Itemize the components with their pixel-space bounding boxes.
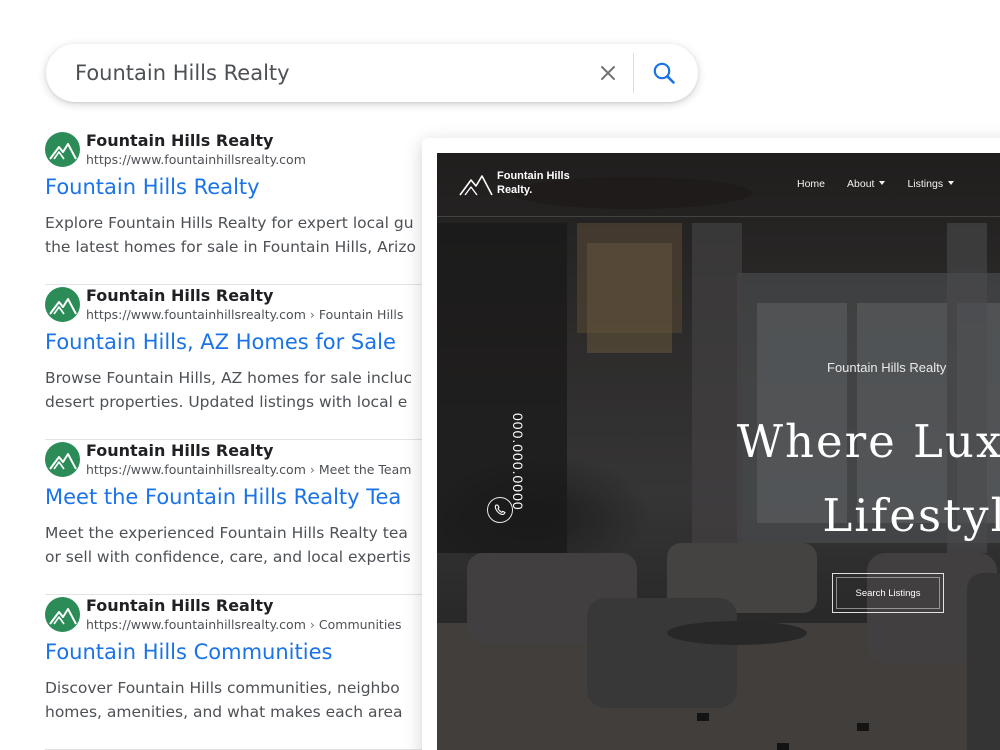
site-favicon — [45, 287, 80, 322]
result-source[interactable]: Fountain Hills Realty https://www.founta… — [45, 285, 465, 325]
mountain-logo-icon — [49, 453, 77, 470]
nav-listings-label: Listings — [907, 178, 944, 190]
nav-home-label: Home — [797, 178, 826, 190]
search-bar — [46, 44, 698, 102]
site-url: https://www.fountainhillsrealty.com › Foun… — [86, 307, 403, 322]
nav-home[interactable]: Home — [797, 178, 825, 194]
site-nav-links: Home About Listings — [797, 178, 976, 194]
nav-about-label: About — [847, 178, 875, 190]
url-text: https://www.fountainhillsrealty.com — [86, 307, 306, 322]
nav-about[interactable]: About — [847, 178, 886, 194]
search-result: Fountain Hills Realty https://www.founta… — [45, 440, 465, 595]
site-logo-text[interactable]: Fountain Hills Realty. — [497, 169, 607, 197]
site-url: https://www.fountainhillsrealty.com › Comm… — [86, 617, 402, 632]
site-favicon — [45, 597, 80, 632]
search-divider — [633, 53, 634, 93]
caret-down-icon — [948, 181, 955, 185]
logo-line: Fountain Hills — [497, 170, 570, 182]
search-result: Fountain Hills Realty https://www.founta… — [45, 285, 465, 440]
breadcrumb-separator: › — [309, 462, 315, 477]
search-input[interactable] — [75, 58, 575, 88]
result-source[interactable]: Fountain Hills Realty https://www.founta… — [45, 440, 465, 480]
result-title-link[interactable]: Meet the Fountain Hills Realty Tea — [45, 485, 401, 509]
site-favicon — [45, 442, 80, 477]
hero-title: Where Luxury I Lifestyle — [649, 405, 1000, 553]
site-name: Fountain Hills Realty — [86, 441, 274, 460]
site-url: https://www.fountainhillsrealty.com — [86, 152, 306, 167]
close-icon — [601, 66, 615, 80]
result-source[interactable]: Fountain Hills Realty https://www.founta… — [45, 130, 465, 170]
phone-button[interactable] — [487, 497, 513, 523]
site-url: https://www.fountainhillsrealty.com › Meet… — [86, 462, 411, 477]
phone-icon — [494, 504, 506, 515]
search-result: Fountain Hills Realty https://www.founta… — [45, 130, 465, 285]
search-button[interactable] — [646, 57, 682, 89]
caret-down-icon — [879, 181, 886, 185]
hero-title-line: Where Luxury I — [736, 415, 1000, 468]
mountain-logo-icon — [49, 298, 77, 315]
url-text: https://www.fountainhillsrealty.com — [86, 152, 306, 167]
site-name: Fountain Hills Realty — [86, 131, 274, 150]
phone-number[interactable]: 000.000.0000 — [506, 413, 526, 513]
clear-search-button[interactable] — [594, 59, 622, 87]
site-navbar: Fountain Hills Realty. Home About Listin… — [437, 153, 1000, 217]
url-breadcrumb: Communities — [318, 617, 402, 632]
search-result: Fountain Hills Realty https://www.founta… — [45, 595, 465, 750]
mountain-logo-icon — [49, 608, 77, 625]
result-title-link[interactable]: Fountain Hills Realty — [45, 175, 260, 199]
search-results: Fountain Hills Realty https://www.founta… — [45, 130, 465, 750]
result-source[interactable]: Fountain Hills Realty https://www.founta… — [45, 595, 465, 635]
result-title-link[interactable]: Fountain Hills Communities — [45, 640, 332, 664]
breadcrumb-separator: › — [309, 617, 315, 632]
site-name: Fountain Hills Realty — [86, 286, 274, 305]
breadcrumb-separator: › — [309, 307, 315, 322]
site-favicon — [45, 132, 80, 167]
url-breadcrumb: Fountain Hills — [318, 307, 404, 322]
logo-line: Realty. — [497, 184, 533, 196]
url-text: https://www.fountainhillsrealty.com — [86, 617, 306, 632]
nav-listings[interactable]: Listings — [907, 178, 955, 194]
website-preview[interactable]: Fountain Hills Realty. Home About Listin… — [437, 153, 1000, 750]
search-listings-button[interactable]: Search Listings — [832, 573, 944, 613]
url-breadcrumb: Meet the Team — [318, 462, 412, 477]
result-title-link[interactable]: Fountain Hills, AZ Homes for Sale — [45, 330, 396, 354]
hero-title-line: Lifestyle — [822, 489, 1000, 542]
site-name: Fountain Hills Realty — [86, 596, 274, 615]
url-text: https://www.fountainhillsrealty.com — [86, 462, 306, 477]
mountain-logo-icon — [459, 175, 493, 196]
hero-kicker: Fountain Hills Realty — [827, 360, 947, 375]
search-icon — [653, 62, 675, 84]
mountain-logo-icon — [49, 143, 77, 160]
